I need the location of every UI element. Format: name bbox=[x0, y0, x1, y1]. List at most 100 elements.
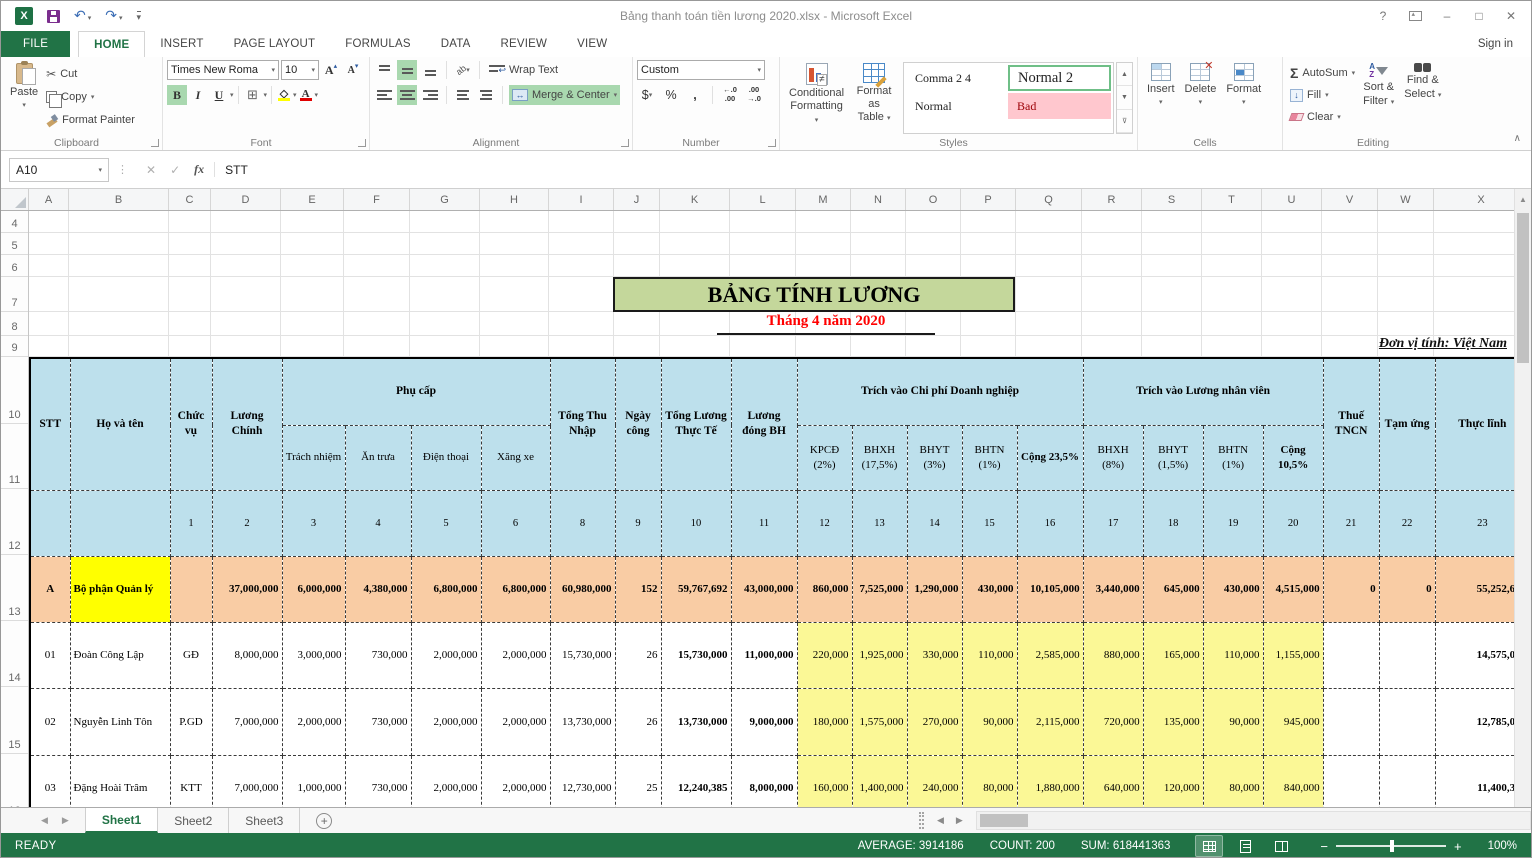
header-cell[interactable]: Lương đóng BH bbox=[731, 358, 797, 490]
cell[interactable] bbox=[169, 336, 211, 357]
redo-button[interactable]: ↷▾ bbox=[105, 7, 122, 25]
cell[interactable] bbox=[961, 233, 1016, 255]
sheet-tab-sheet1[interactable]: Sheet1 bbox=[85, 808, 158, 833]
column-header-B[interactable]: B bbox=[69, 189, 169, 210]
cell[interactable] bbox=[549, 336, 614, 357]
cell[interactable]: 1,155,000 bbox=[1263, 622, 1323, 688]
cell[interactable]: 2,000,000 bbox=[481, 688, 550, 755]
cell[interactable]: 7,525,000 bbox=[852, 556, 907, 622]
cell[interactable]: 1,290,000 bbox=[907, 556, 962, 622]
cell[interactable]: 80,000 bbox=[1203, 755, 1263, 807]
cell[interactable] bbox=[961, 336, 1016, 357]
cell[interactable] bbox=[906, 336, 961, 357]
cell[interactable] bbox=[480, 233, 549, 255]
vertical-scrollbar[interactable]: ▲ bbox=[1514, 189, 1531, 807]
cell[interactable]: GĐ bbox=[170, 622, 212, 688]
cell[interactable]: 880,000 bbox=[1083, 622, 1143, 688]
cell[interactable] bbox=[169, 233, 211, 255]
cell[interactable]: 12,240,385 bbox=[661, 755, 731, 807]
decrease-decimal-button[interactable]: .00→.0 bbox=[744, 85, 764, 105]
row-header-9[interactable]: 9 bbox=[1, 336, 28, 357]
cell[interactable]: 1 bbox=[170, 490, 212, 556]
cell[interactable]: 11 bbox=[731, 490, 797, 556]
cell[interactable] bbox=[480, 312, 549, 336]
cell[interactable] bbox=[281, 277, 344, 312]
cell[interactable]: 1,000,000 bbox=[282, 755, 345, 807]
cell[interactable] bbox=[29, 211, 69, 233]
cell[interactable]: 1,400,000 bbox=[852, 755, 907, 807]
cell[interactable]: 37,000,000 bbox=[212, 556, 282, 622]
borders-button[interactable]: ⊞ bbox=[243, 85, 263, 105]
cell[interactable] bbox=[1202, 233, 1262, 255]
cell[interactable]: 730,000 bbox=[345, 755, 411, 807]
tab-split-handle[interactable] bbox=[919, 812, 924, 829]
cell[interactable] bbox=[1378, 255, 1434, 277]
cell[interactable] bbox=[796, 211, 851, 233]
column-header-I[interactable]: I bbox=[549, 189, 614, 210]
cell[interactable]: 2 bbox=[212, 490, 282, 556]
cell[interactable]: 0 bbox=[1379, 556, 1435, 622]
column-header-R[interactable]: R bbox=[1082, 189, 1142, 210]
undo-button[interactable]: ↶▾ bbox=[74, 7, 91, 25]
cell[interactable]: 12,730,000 bbox=[550, 755, 615, 807]
cell[interactable]: 13 bbox=[852, 490, 907, 556]
header-cell[interactable]: Xăng xe bbox=[481, 425, 550, 490]
cell[interactable] bbox=[1262, 211, 1322, 233]
sort-filter-button[interactable]: AZ Sort &Filter ▾ bbox=[1358, 60, 1399, 134]
header-cell[interactable]: Thuế TNCN bbox=[1323, 358, 1379, 490]
cell[interactable] bbox=[70, 490, 170, 556]
cell[interactable] bbox=[169, 211, 211, 233]
horizontal-scroll-thumb[interactable] bbox=[980, 814, 1028, 827]
cell[interactable]: 135,000 bbox=[1143, 688, 1203, 755]
cell[interactable]: P.GD bbox=[170, 688, 212, 755]
cell[interactable]: 8 bbox=[550, 490, 615, 556]
gallery-more-icon[interactable]: ⊽ bbox=[1117, 110, 1132, 133]
cell[interactable] bbox=[1016, 312, 1082, 336]
customize-qat-icon[interactable]: ▾ bbox=[137, 11, 142, 22]
ribbon-tab-review[interactable]: REVIEW bbox=[486, 31, 563, 57]
cell[interactable]: 160,000 bbox=[797, 755, 852, 807]
cell[interactable] bbox=[1379, 755, 1435, 807]
cell[interactable] bbox=[1262, 336, 1322, 357]
italic-button[interactable]: I bbox=[188, 85, 208, 105]
cell[interactable] bbox=[660, 233, 730, 255]
header-cell[interactable]: Họ và tên bbox=[70, 358, 170, 490]
cell[interactable] bbox=[614, 336, 660, 357]
cell[interactable] bbox=[344, 233, 410, 255]
cell[interactable] bbox=[796, 233, 851, 255]
cell[interactable] bbox=[1082, 255, 1142, 277]
cell[interactable]: 165,000 bbox=[1143, 622, 1203, 688]
header-cell[interactable]: Cộng 23,5% bbox=[1017, 425, 1083, 490]
alignment-dialog-launcher-icon[interactable] bbox=[621, 139, 629, 147]
cell[interactable] bbox=[281, 255, 344, 277]
hscroll-right-icon[interactable]: ▶ bbox=[956, 815, 963, 826]
number-format-combo[interactable]: Custom▾ bbox=[637, 60, 765, 80]
style-bad[interactable]: Bad bbox=[1008, 93, 1111, 119]
help-icon[interactable]: ? bbox=[1369, 5, 1397, 27]
cell[interactable]: 2,000,000 bbox=[481, 755, 550, 807]
tab-file[interactable]: FILE bbox=[1, 31, 70, 57]
cell[interactable] bbox=[549, 277, 614, 312]
copy-button[interactable]: Copy▾ bbox=[43, 87, 138, 107]
column-header-H[interactable]: H bbox=[480, 189, 549, 210]
cell[interactable] bbox=[281, 233, 344, 255]
merge-center-button[interactable]: ↔Merge & Center▾ bbox=[509, 85, 620, 105]
cell[interactable]: 3,440,000 bbox=[1083, 556, 1143, 622]
maximize-icon[interactable]: □ bbox=[1465, 5, 1493, 27]
column-header-N[interactable]: N bbox=[851, 189, 906, 210]
gallery-scroll-up-icon[interactable]: ▲ bbox=[1117, 63, 1132, 86]
cell[interactable] bbox=[29, 336, 69, 357]
cell[interactable]: 10 bbox=[661, 490, 731, 556]
cell[interactable] bbox=[1378, 277, 1434, 312]
cell[interactable]: 110,000 bbox=[1203, 622, 1263, 688]
font-color-button[interactable]: A bbox=[298, 85, 314, 105]
minimize-icon[interactable]: – bbox=[1433, 5, 1461, 27]
scroll-up-icon[interactable]: ▲ bbox=[1515, 189, 1531, 209]
cell[interactable] bbox=[614, 233, 660, 255]
chevron-down-icon[interactable]: ▾ bbox=[230, 91, 234, 99]
column-header-U[interactable]: U bbox=[1262, 189, 1322, 210]
collapse-ribbon-icon[interactable]: ∧ bbox=[1514, 133, 1521, 144]
cell[interactable]: 2,000,000 bbox=[411, 622, 481, 688]
cell[interactable] bbox=[1016, 255, 1082, 277]
header-cell[interactable]: KPCĐ (2%) bbox=[797, 425, 852, 490]
